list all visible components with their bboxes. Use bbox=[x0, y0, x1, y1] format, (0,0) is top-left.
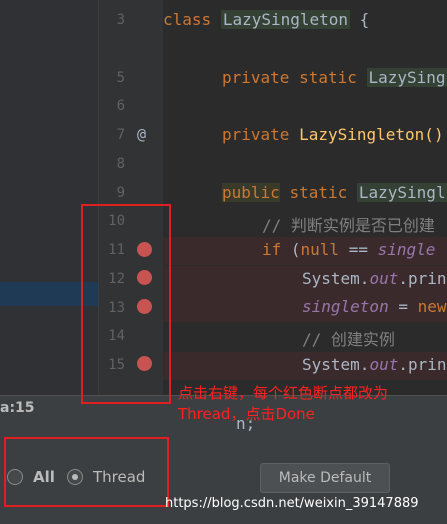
class-name: LazySing bbox=[366, 68, 447, 87]
keyword: private bbox=[222, 125, 290, 144]
breakpoint-location-label: a:15 bbox=[0, 400, 35, 416]
keyword: public bbox=[222, 183, 280, 202]
code-line-12: System.out.prin bbox=[302, 269, 447, 288]
code-text: ( bbox=[281, 240, 301, 259]
code-line-15: System.out.prin bbox=[302, 355, 447, 374]
field-name: single bbox=[377, 240, 436, 259]
line-number: 9 bbox=[116, 185, 125, 201]
code-text: System. bbox=[302, 355, 370, 374]
code-text: == bbox=[339, 240, 378, 259]
override-at-icon[interactable]: @ bbox=[137, 125, 146, 143]
method-name: LazySingleton() bbox=[299, 125, 444, 144]
code-text: { bbox=[350, 10, 370, 29]
keyword: private static bbox=[222, 68, 357, 87]
code-line-14: // 创建实例 bbox=[302, 326, 395, 350]
line-number: 8 bbox=[116, 156, 125, 172]
code-line-10: // 判断实例是否已创建 bbox=[262, 212, 435, 236]
field-name: out bbox=[369, 355, 399, 374]
keyword: class bbox=[163, 10, 212, 29]
comment: // 创建实例 bbox=[302, 330, 395, 349]
field-name: singleton bbox=[302, 297, 389, 316]
line-number: 3 bbox=[116, 12, 125, 28]
annotation-box-suspend bbox=[4, 437, 169, 507]
code-line-11: if (null == single bbox=[262, 240, 435, 259]
line-number: 5 bbox=[116, 70, 125, 86]
annotation-note: 点击右键，每个红色断点都改为Thread，点击Done bbox=[178, 384, 389, 423]
watermark-url: https://blog.csdn.net/weixin_39147889 bbox=[165, 496, 419, 511]
code-line-3: class LazySingleton { bbox=[163, 10, 369, 29]
code-line-9: public static LazySingl bbox=[222, 183, 447, 202]
code-text: .prin bbox=[398, 355, 447, 374]
keyword: if bbox=[262, 240, 282, 259]
make-default-button[interactable]: Make Default bbox=[260, 463, 390, 493]
keyword: null bbox=[300, 240, 340, 259]
keyword: static bbox=[289, 183, 348, 202]
code-text: System. bbox=[302, 269, 370, 288]
code-line-13: singleton = new bbox=[302, 297, 447, 316]
line-number: 7 bbox=[116, 127, 125, 143]
field-name: out bbox=[369, 269, 399, 288]
class-name: LazySingleton bbox=[220, 10, 351, 29]
annotation-box-breakpoints bbox=[81, 204, 171, 404]
line-number: 6 bbox=[116, 98, 125, 114]
keyword: new bbox=[417, 297, 447, 316]
code-text: = bbox=[388, 297, 418, 316]
class-name: LazySingl bbox=[356, 183, 447, 202]
code-line-7: private LazySingleton() bbox=[222, 125, 444, 144]
code-text: .prin bbox=[398, 269, 447, 288]
comment: // 判断实例是否已创建 bbox=[262, 216, 435, 235]
code-line-5: private static LazySing bbox=[222, 68, 447, 87]
